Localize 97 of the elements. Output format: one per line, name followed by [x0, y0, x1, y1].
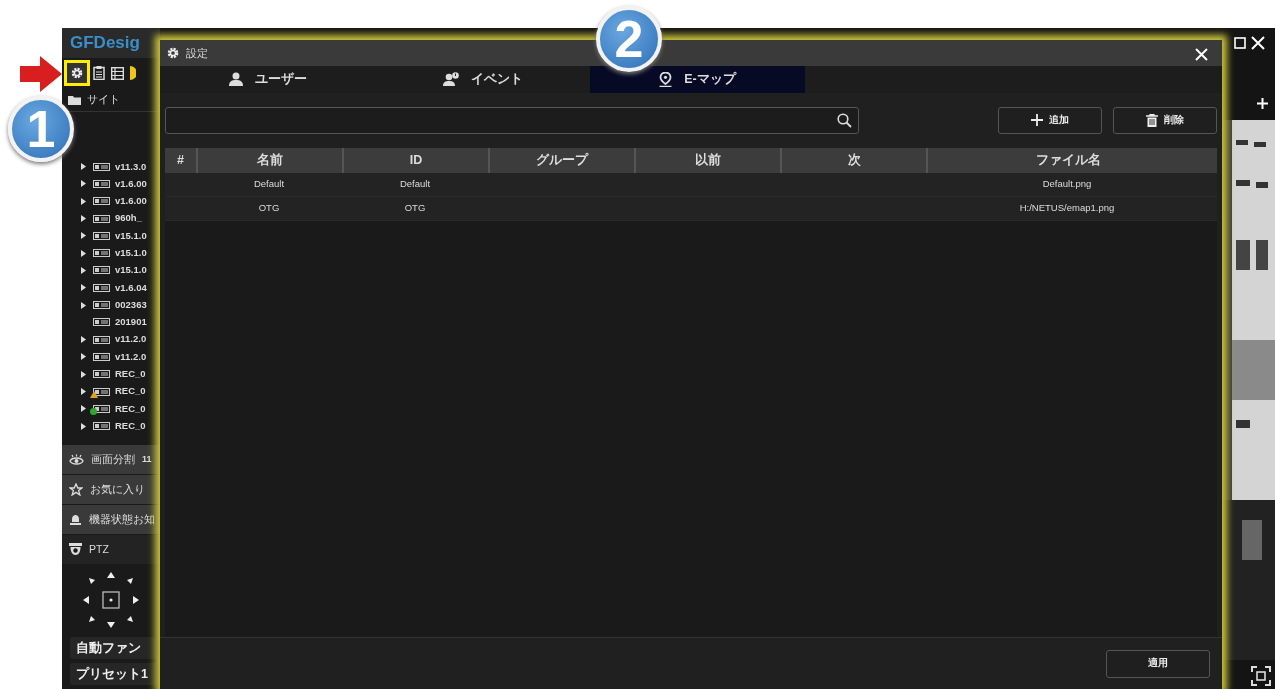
user-icon	[228, 72, 243, 87]
tree-item[interactable]: v1.6.00	[115, 194, 147, 209]
expand-arrow-icon[interactable]	[81, 422, 86, 430]
expand-arrow-icon[interactable]	[81, 163, 86, 171]
tree-item[interactable]: v11.3.0	[115, 159, 147, 174]
column-header: #	[176, 152, 185, 169]
expand-arrow-icon[interactable]	[81, 197, 86, 205]
add-icon[interactable]	[1257, 98, 1268, 109]
pointer-arrow-icon	[20, 56, 62, 92]
expand-arrow-icon[interactable]	[81, 336, 86, 344]
list-icon[interactable]	[111, 66, 124, 80]
tree-item[interactable]: REC_0	[115, 367, 146, 382]
star-icon	[69, 483, 83, 496]
step-number-badge: 1	[8, 96, 74, 162]
expand-arrow-icon[interactable]	[81, 284, 86, 292]
settings-button[interactable]	[67, 63, 87, 83]
apply-button[interactable]: 適用	[1106, 649, 1210, 678]
expand-arrow-icon[interactable]	[81, 180, 86, 188]
site-label: サイト	[87, 91, 120, 107]
device-icon	[93, 162, 110, 171]
table-cell: H:/NETUS/emap1.png	[1019, 201, 1115, 216]
add-button[interactable]: 追加	[998, 106, 1102, 134]
user-alert-icon	[442, 72, 459, 87]
tab[interactable]: イベント	[375, 65, 590, 93]
table-cell: Default	[253, 177, 285, 192]
dialog-title: 設定	[186, 45, 208, 61]
expand-arrow-icon[interactable]	[81, 249, 86, 257]
clipboard-icon[interactable]	[93, 66, 105, 80]
logo: GFDesig	[62, 28, 160, 58]
warning-icon	[90, 390, 98, 398]
close-icon[interactable]	[1251, 36, 1265, 50]
table-cell: Default	[399, 177, 431, 192]
trash-icon	[1146, 113, 1158, 127]
device-icon	[93, 422, 110, 431]
expand-arrow-icon[interactable]	[81, 215, 86, 223]
device-icon	[93, 231, 110, 240]
expand-arrow-icon[interactable]	[81, 353, 86, 361]
tab[interactable]: ユーザー	[160, 65, 375, 93]
tree-item[interactable]: 201901	[115, 315, 147, 330]
ptz-button[interactable]: 自動ファン	[70, 637, 156, 659]
tree-item[interactable]: v15.1.0	[115, 228, 147, 243]
panel-header[interactable]: PTZ	[62, 535, 160, 564]
expand-arrow-icon[interactable]	[81, 388, 86, 395]
device-icon	[93, 179, 110, 188]
device-icon	[93, 266, 110, 275]
expand-arrow-icon[interactable]	[81, 266, 86, 274]
delete-button[interactable]: 削除	[1113, 106, 1217, 134]
table-cell: OTG	[404, 201, 426, 216]
device-icon	[93, 301, 110, 309]
tree-item[interactable]: v15.1.0	[115, 263, 147, 278]
tree-item[interactable]: 002363	[115, 297, 147, 313]
settings-icon	[166, 45, 180, 60]
tree-item[interactable]: 960h_	[115, 211, 142, 226]
ptz-direction-pad[interactable]	[81, 570, 141, 630]
device-icon	[93, 249, 110, 258]
tree-item[interactable]: v1.6.04	[115, 280, 147, 295]
dome-camera-icon	[69, 543, 82, 556]
fullscreen-icon[interactable]	[1251, 666, 1271, 686]
device-icon	[93, 283, 110, 292]
eye-icon	[69, 453, 84, 466]
device-icon	[93, 335, 110, 344]
search-icon	[837, 112, 852, 128]
folder-icon	[68, 94, 81, 105]
panel-header[interactable]: 画面分割 11	[62, 445, 160, 474]
table-cell: Default.png	[1042, 177, 1092, 192]
tree-item[interactable]: v11.2.0	[115, 349, 147, 365]
device-icon	[93, 197, 110, 206]
device-icon	[93, 214, 110, 223]
map-pin-icon	[659, 71, 673, 87]
close-icon	[1195, 48, 1208, 62]
tree-item[interactable]: v11.2.0	[115, 332, 147, 347]
plus-icon	[1031, 114, 1043, 127]
maximize-icon[interactable]	[1234, 37, 1246, 49]
tab[interactable]: E-マップ	[590, 65, 805, 93]
table-cell: OTG	[258, 201, 280, 216]
panel-header[interactable]: お気に入り	[62, 475, 160, 504]
expand-arrow-icon[interactable]	[81, 405, 86, 413]
online-dot-icon	[90, 407, 97, 415]
ptz-button[interactable]: プリセット1	[70, 663, 156, 685]
tree-item[interactable]: REC_0	[115, 418, 146, 434]
tree-item[interactable]: REC_0	[115, 384, 146, 399]
tree-item[interactable]: v1.6.00	[115, 176, 147, 192]
expand-arrow-icon[interactable]	[81, 370, 86, 378]
device-icon	[93, 318, 110, 327]
device-icon	[93, 404, 110, 413]
tree-item[interactable]: REC_0	[115, 401, 146, 416]
device-icon	[93, 352, 110, 361]
expand-arrow-icon[interactable]	[81, 232, 86, 240]
device-icon	[93, 387, 110, 396]
settings-icon	[70, 66, 84, 80]
expand-arrow-icon[interactable]	[81, 301, 86, 309]
alarm-icon	[69, 513, 82, 526]
device-icon	[93, 370, 110, 379]
tree-item[interactable]: v15.1.0	[115, 246, 147, 261]
search-field[interactable]	[165, 106, 859, 134]
step-number-badge: 2	[596, 6, 662, 72]
panel-header[interactable]: 機器状態お知	[62, 505, 160, 534]
